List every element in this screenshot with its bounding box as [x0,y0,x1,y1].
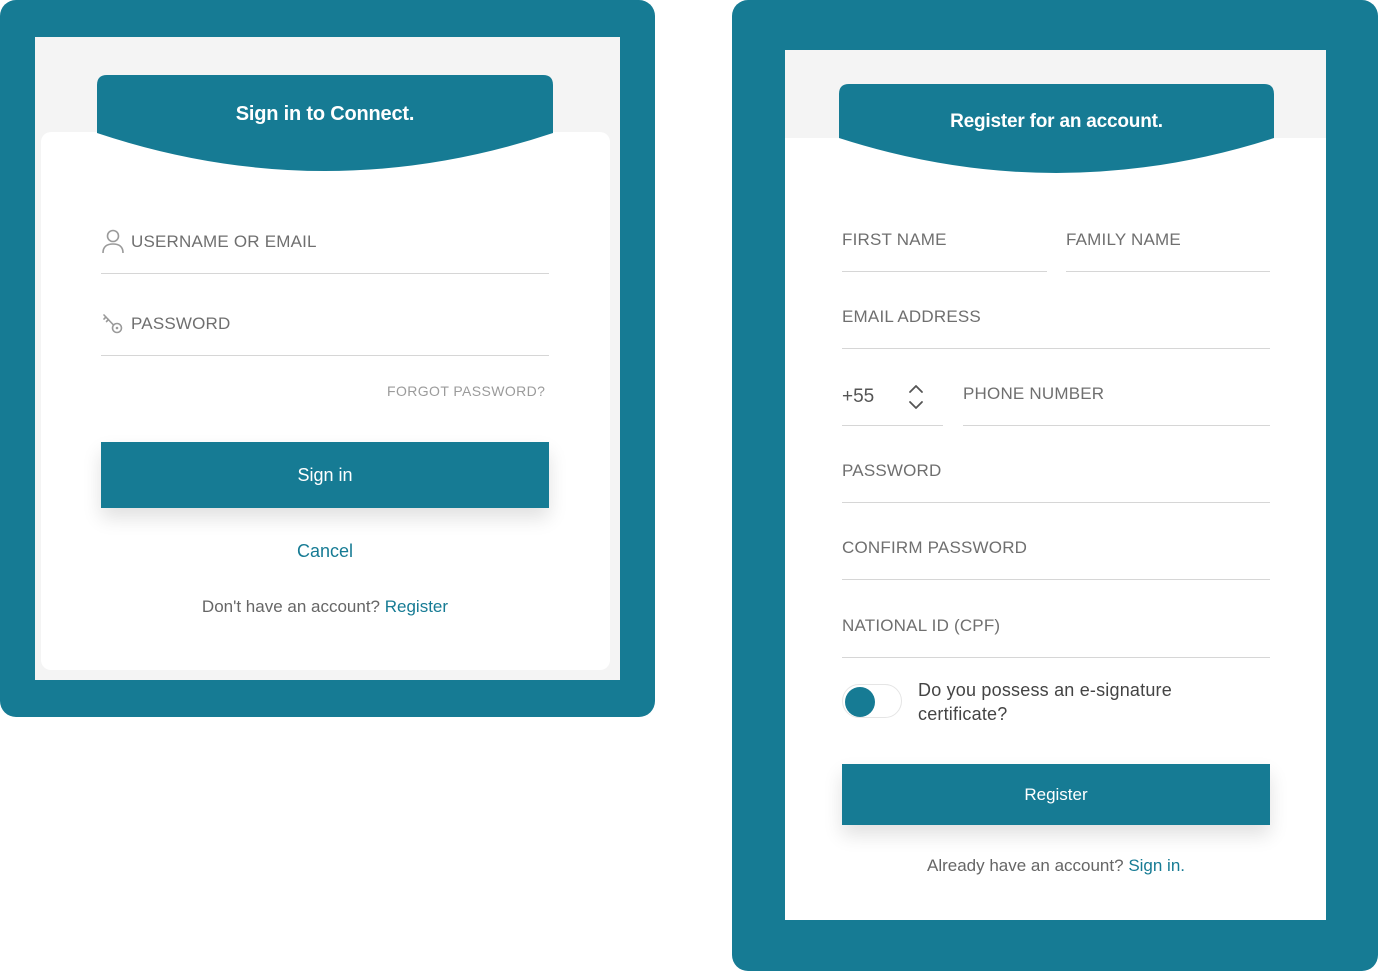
password-placeholder: PASSWORD [842,461,942,480]
username-placeholder: USERNAME OR EMAIL [131,232,317,251]
family-name-placeholder: FAMILY NAME [1066,230,1181,249]
signin-banner: Sign in to Connect. [97,75,553,175]
signin-device-frame: Sign in to Connect. USERNAME OR EMAIL PA… [0,0,655,717]
user-icon [101,228,125,254]
register-device-frame: Register for an account. FIRST NAME FAMI… [732,0,1378,971]
username-field[interactable]: USERNAME OR EMAIL [101,217,549,274]
password-field[interactable]: PASSWORD [842,449,1270,503]
key-icon [101,310,125,336]
register-title: Register for an account. [950,111,1163,132]
confirm-password-placeholder: CONFIRM PASSWORD [842,538,1028,557]
signin-button[interactable]: Sign in [101,442,549,508]
register-prompt: Don't have an account? Register [101,597,549,617]
updown-chevron-icon[interactable] [908,384,924,410]
register-link[interactable]: Register [385,597,448,616]
first-name-field[interactable]: FIRST NAME [842,218,1047,272]
password-placeholder: PASSWORD [131,314,231,333]
email-field[interactable]: EMAIL ADDRESS [842,295,1270,349]
signin-screen: Sign in to Connect. USERNAME OR EMAIL PA… [35,37,620,680]
first-name-placeholder: FIRST NAME [842,230,947,249]
register-button[interactable]: Register [842,764,1270,825]
national-id-placeholder: NATIONAL ID (CPF) [842,616,1001,635]
signin-card [41,132,610,670]
no-account-text: Don't have an account? [201,597,381,616]
family-name-field[interactable]: FAMILY NAME [1066,218,1270,272]
register-banner: Register for an account. [839,84,1274,179]
email-placeholder: EMAIL ADDRESS [842,307,981,326]
signin-link[interactable]: Sign in. [1128,856,1185,875]
toggle-knob [845,687,875,717]
esignature-label: Do you possess an e-signature certificat… [918,680,1172,724]
esignature-toggle[interactable] [842,684,902,718]
forgot-password-link[interactable]: FORGOT PASSWORD? [387,383,545,399]
password-field[interactable]: PASSWORD [101,299,549,356]
signin-prompt: Already have an account? Sign in. [842,856,1270,876]
country-code-value: +55 [842,386,875,407]
register-screen: Register for an account. FIRST NAME FAMI… [785,50,1326,920]
country-code-field[interactable]: +55 [842,372,943,426]
have-account-text: Already have an account? [926,856,1124,875]
phone-placeholder: PHONE NUMBER [963,384,1105,403]
confirm-password-field[interactable]: CONFIRM PASSWORD [842,526,1270,580]
signin-title: Sign in to Connect. [235,103,415,125]
phone-field[interactable]: PHONE NUMBER [963,372,1270,426]
national-id-field[interactable]: NATIONAL ID (CPF) [842,603,1270,658]
cancel-link[interactable]: Cancel [101,541,549,562]
